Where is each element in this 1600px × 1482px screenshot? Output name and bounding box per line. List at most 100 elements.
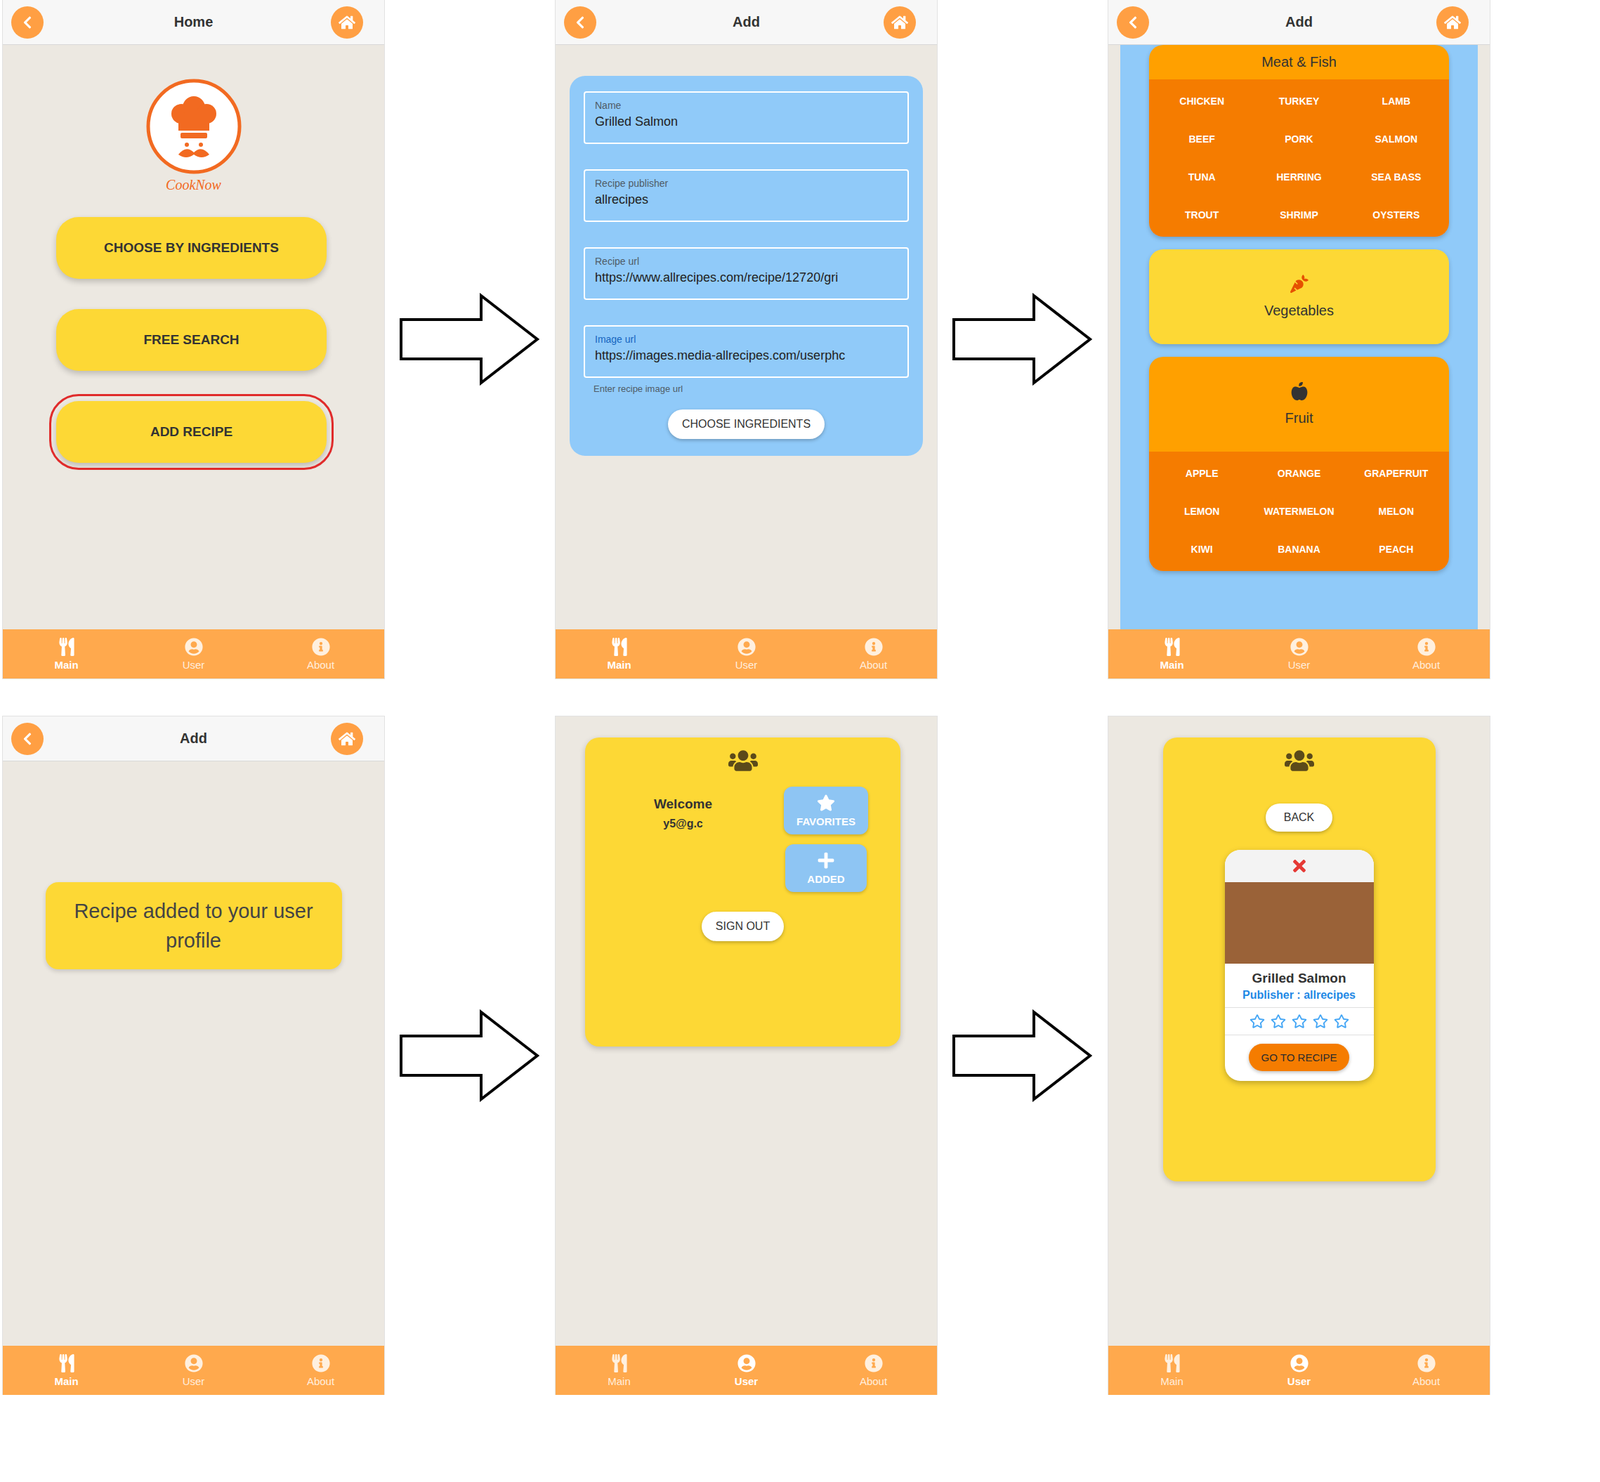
nav-label: Main <box>1160 1375 1184 1388</box>
category-card: Fruit APPLEORANGEGRAPEFRUIT LEMONWATERMELO… <box>1149 356 1449 572</box>
button-label: ADDED <box>807 873 845 885</box>
star-button[interactable] <box>1333 1013 1350 1029</box>
nav-tab[interactable]: User <box>1235 629 1363 679</box>
ingredient-item[interactable]: ORANGE <box>1250 464 1348 482</box>
choose-ingredients-button[interactable]: CHOOSE INGREDIENTS <box>667 409 825 439</box>
star-button[interactable] <box>1249 1013 1265 1029</box>
nav-tab[interactable]: Main <box>1108 1345 1236 1395</box>
nav-tab[interactable]: Main <box>2 629 130 679</box>
ingredient-item[interactable]: TROUT <box>1153 206 1251 224</box>
menu-button[interactable]: ADD RECIPE <box>56 401 327 463</box>
nav-tab[interactable]: User <box>682 629 810 679</box>
page-title: Add <box>1161 14 1437 31</box>
user-list-button[interactable]: FAVORITES <box>783 786 869 835</box>
category-header[interactable]: Meat & Fish <box>1149 44 1449 80</box>
ingredient-item[interactable]: BANANA <box>1250 540 1348 558</box>
nav-label: Main <box>54 658 78 671</box>
ingredient-item[interactable]: HERRING <box>1250 168 1348 186</box>
field-label: Name <box>594 99 898 111</box>
sign-out-button[interactable]: SIGN OUT <box>701 911 784 942</box>
user-list-button[interactable]: ADDED <box>785 844 867 893</box>
nav-tab[interactable]: Main <box>555 629 683 679</box>
ingredient-item[interactable]: TUNA <box>1153 168 1251 186</box>
back-button[interactable] <box>11 722 44 756</box>
ingredient-item[interactable]: GRAPEFRUIT <box>1347 464 1445 482</box>
star-button[interactable] <box>1270 1013 1287 1029</box>
ingredient-item[interactable]: BEEF <box>1153 130 1251 148</box>
nav-label: User <box>1287 1375 1311 1388</box>
carrot-icon <box>1290 274 1309 293</box>
ingredient-item[interactable]: MELON <box>1347 502 1445 520</box>
home-button[interactable] <box>883 6 916 39</box>
category-header[interactable]: Fruit <box>1149 356 1449 452</box>
back-button[interactable]: BACK <box>1265 803 1334 832</box>
field-label: Recipe url <box>594 255 898 267</box>
text-field[interactable]: Name Grilled Salmon <box>583 91 909 144</box>
home-icon <box>338 730 356 748</box>
nav-tab[interactable]: About <box>257 1345 385 1395</box>
nav-tab[interactable]: Main <box>2 1345 130 1395</box>
ingredient-item[interactable]: OYSTERS <box>1347 206 1445 224</box>
home-button[interactable] <box>1436 6 1469 39</box>
home-button[interactable] <box>330 722 364 756</box>
ingredient-item[interactable]: SHRIMP <box>1250 206 1348 224</box>
text-field[interactable]: Recipe publisherallrecipes <box>583 169 909 222</box>
nav-label: About <box>306 658 335 671</box>
nav-label: Main <box>606 658 631 671</box>
ingredient-item[interactable]: APPLE <box>1153 464 1251 482</box>
ingredient-item[interactable]: SEA BASS <box>1347 168 1445 186</box>
utensils-icon <box>610 637 629 657</box>
category-card: Meat & Fish CHICKENTURKEYLAMB BEEFPORKSALM… <box>1149 44 1449 237</box>
star-button[interactable] <box>1291 1013 1308 1029</box>
back-button[interactable] <box>11 6 44 39</box>
recipe-card: Grilled SalmonPublisher : allrecipesGO T… <box>1224 849 1374 1081</box>
field-value: Grilled Salmon <box>594 114 898 130</box>
nav-tab[interactable]: User <box>129 629 258 679</box>
welcome-text: Welcome <box>653 796 713 812</box>
star-button[interactable] <box>1312 1013 1329 1029</box>
menu-button[interactable]: CHOOSE BY INGREDIENTS <box>56 217 327 279</box>
nav-tab[interactable]: Main <box>1108 629 1236 679</box>
ingredient-item[interactable]: PORK <box>1250 130 1348 148</box>
ingredient-item[interactable]: SALMON <box>1347 130 1445 148</box>
go-to-recipe-button[interactable]: GO TO RECIPE <box>1248 1043 1350 1072</box>
menu-button[interactable]: FREE SEARCH <box>56 309 327 371</box>
nav-tab[interactable]: User <box>1235 1345 1363 1395</box>
chevron-left-icon <box>20 15 35 30</box>
ingredient-item[interactable]: KIWI <box>1153 540 1251 558</box>
nav-label: User <box>182 658 206 671</box>
nav-label: User <box>735 658 758 671</box>
nav-label: About <box>306 1375 335 1388</box>
info-icon <box>1417 637 1436 657</box>
back-button[interactable] <box>564 6 597 39</box>
ingredient-item[interactable]: LAMB <box>1347 92 1445 110</box>
nav-label: About <box>1412 1375 1440 1388</box>
close-icon <box>1290 856 1309 876</box>
ingredient-item[interactable]: WATERMELON <box>1250 502 1348 520</box>
nav-tab[interactable]: About <box>809 629 937 679</box>
ingredient-item[interactable]: PEACH <box>1347 540 1445 558</box>
nav-tab[interactable]: About <box>809 1345 937 1395</box>
category-header[interactable]: Vegetables <box>1149 249 1449 345</box>
recipe-name: Grilled Salmon <box>1224 963 1374 988</box>
text-field[interactable]: Recipe urlhttps://www.allrecipes.com/rec… <box>583 247 909 300</box>
nav-tab[interactable]: About <box>1362 629 1490 679</box>
nav-tab[interactable]: User <box>129 1345 258 1395</box>
remove-button[interactable] <box>1224 849 1374 883</box>
top-bar: Add <box>555 0 937 45</box>
nav-tab[interactable]: Main <box>555 1345 683 1395</box>
nav-tab[interactable]: About <box>257 629 385 679</box>
recipe-photo <box>1224 882 1374 964</box>
user-icon <box>184 1354 203 1373</box>
nav-tab[interactable]: About <box>1362 1345 1490 1395</box>
text-field[interactable]: Image urlhttps://images.media-allrecipes… <box>583 325 909 378</box>
phone-screen: AddMeat & FishCHICKENTURKEYLAMBBEEFPORKS… <box>1108 0 1490 679</box>
ingredient-item[interactable]: TURKEY <box>1250 92 1348 110</box>
ingredient-item[interactable]: CHICKEN <box>1153 92 1251 110</box>
back-button[interactable] <box>1116 6 1150 39</box>
nav-tab[interactable]: User <box>682 1345 810 1395</box>
flow-page: HomeCookNowCHOOSE BY INGREDIENTSFREE SEA… <box>0 0 1600 1395</box>
home-button[interactable] <box>330 6 364 39</box>
ingredient-item[interactable]: LEMON <box>1153 502 1251 520</box>
recipe-form: Name Grilled Salmon Recipe publisherallrec… <box>569 75 923 456</box>
